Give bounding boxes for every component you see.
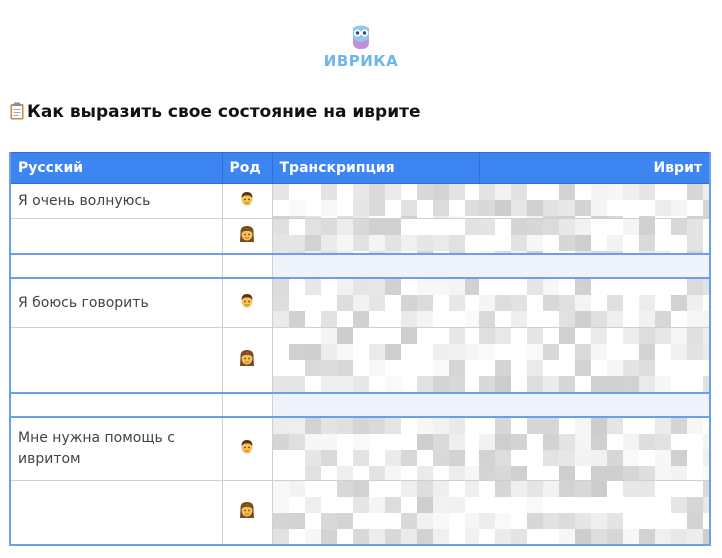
page-title: Как выразить свое состояние на иврите <box>10 102 421 122</box>
header-gender: Род <box>221 152 273 184</box>
russian-cell <box>9 480 223 545</box>
russian-cell <box>9 327 223 393</box>
table-row: Я боюсь говорить <box>9 277 711 328</box>
russian-cell: Мне нужна помощь с ивритом <box>9 416 223 481</box>
header-hebrew: Иврит <box>478 152 711 184</box>
brand-logo: ИВРИКА <box>0 24 722 70</box>
transcription-cell-blurred <box>271 277 479 328</box>
man-icon <box>241 293 253 308</box>
table-row <box>9 327 711 393</box>
woman-icon <box>240 225 254 242</box>
russian-cell <box>9 218 223 254</box>
man-icon <box>241 192 253 206</box>
hebrew-cell-blurred <box>479 183 711 219</box>
gender-cell <box>221 480 273 545</box>
table-separator-row <box>9 391 711 418</box>
hebrew-cell-blurred <box>479 416 711 481</box>
russian-cell: Я боюсь говорить <box>9 277 223 328</box>
table-header-row: Русский Род Транскрипция Иврит <box>9 152 711 184</box>
gender-cell <box>221 416 273 481</box>
gender-cell <box>221 277 273 328</box>
transcription-cell-blurred <box>271 416 479 481</box>
table-separator-row <box>9 252 711 279</box>
woman-icon <box>240 502 254 519</box>
table-row <box>9 480 711 545</box>
hebrew-cell-blurred <box>479 327 711 393</box>
woman-icon <box>240 349 254 366</box>
hebrew-cell-blurred <box>479 218 711 254</box>
table-row <box>9 218 711 254</box>
table-row: Я очень волнуюсь <box>9 183 711 219</box>
clipboard-icon <box>10 102 24 120</box>
header-russian: Русский <box>9 152 223 184</box>
table-row: Мне нужна помощь с ивритом <box>9 416 711 481</box>
transcription-cell-blurred <box>271 183 479 219</box>
transcription-cell-blurred <box>271 218 479 254</box>
gender-cell <box>221 218 273 254</box>
transcription-cell-blurred <box>271 480 479 545</box>
vocabulary-table: Русский Род Транскрипция Иврит Я очень в… <box>9 152 711 546</box>
gender-cell <box>221 183 273 219</box>
gender-cell <box>221 327 273 393</box>
hebrew-cell-blurred <box>479 277 711 328</box>
owl-logo-icon <box>353 25 369 49</box>
man-icon <box>241 439 253 454</box>
russian-cell: Я очень волнуюсь <box>9 183 223 219</box>
header-transcription: Транскрипция <box>271 152 480 184</box>
page-title-text: Как выразить свое состояние на иврите <box>27 102 421 122</box>
transcription-cell-blurred <box>271 327 479 393</box>
logo-text: ИВРИКА <box>323 52 399 70</box>
hebrew-cell-blurred <box>479 480 711 545</box>
